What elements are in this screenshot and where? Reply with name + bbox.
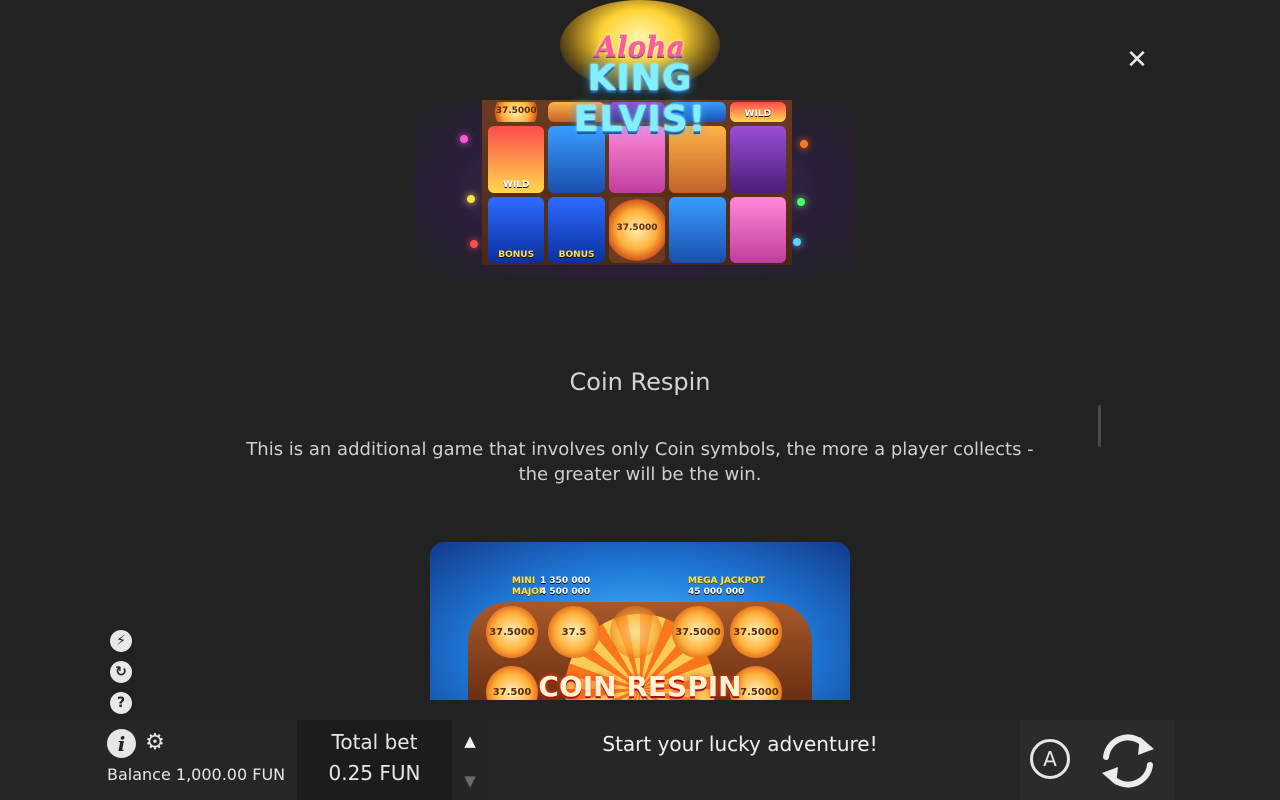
reel-symbol: BONUS <box>488 196 545 263</box>
jackpot-mega: MEGA JACKPOT 45 000 000 <box>688 576 765 597</box>
status-message: Start your lucky adventure! <box>602 732 878 756</box>
info-button[interactable]: i <box>107 729 136 758</box>
coin-respin-image: MINI MAJOR 1 350 000 4 500 000 MEGA JACK… <box>430 542 850 700</box>
total-bet-value: 0.25 FUN <box>328 761 421 785</box>
spin-button[interactable] <box>1094 727 1162 795</box>
close-icon: ✕ <box>1126 45 1148 75</box>
section-title: Coin Respin <box>569 368 711 396</box>
reel-symbol: 37.5000 <box>608 196 666 263</box>
coin-symbol: 37.5000 <box>730 606 782 658</box>
close-button[interactable]: ✕ <box>1124 47 1150 73</box>
jackpot-values-left: 1 350 000 4 500 000 <box>540 576 591 597</box>
bet-increase-button[interactable]: ▲ <box>460 732 480 750</box>
autoplay-button[interactable]: A <box>1030 739 1070 779</box>
balance-label: Balance 1,000.00 FUN <box>107 765 286 784</box>
turbo-icon: ⚡ <box>116 633 126 649</box>
gear-icon: ⚙ <box>145 730 165 755</box>
coin-symbol <box>610 606 662 658</box>
replay-icon: ↻ <box>115 664 127 680</box>
section-description: This is an additional game that involves… <box>246 439 1034 485</box>
turbo-button[interactable]: ⚡ <box>110 630 132 652</box>
scrollbar-thumb[interactable] <box>1098 405 1101 447</box>
coin-symbol: 37.5000 <box>672 606 724 658</box>
help-button[interactable]: ? <box>110 692 132 714</box>
reel-symbol <box>729 196 786 263</box>
game-logo: Aloha KING ELVIS! <box>520 0 760 140</box>
spin-icon <box>1102 734 1154 788</box>
history-button[interactable]: ↻ <box>110 661 132 683</box>
coin-respin-title: COIN RESPIN <box>538 670 742 700</box>
reel-symbol: BONUS <box>548 196 605 263</box>
total-bet-label: Total bet <box>331 730 418 754</box>
arrow-up-icon: ▲ <box>464 732 476 750</box>
arrow-down-icon: ▼ <box>464 772 476 790</box>
reel-symbol <box>669 196 726 263</box>
help-icon: ? <box>116 695 126 711</box>
settings-button[interactable]: ⚙ <box>143 731 167 755</box>
info-icon: i <box>117 731 126 756</box>
coin-symbol: 37.5000 <box>486 606 538 658</box>
game-logo-line2: KING ELVIS! <box>573 58 707 140</box>
autoplay-icon: A <box>1043 747 1057 771</box>
bet-decrease-button[interactable]: ▼ <box>460 772 480 790</box>
coin-symbol: 37.5 <box>548 606 600 658</box>
